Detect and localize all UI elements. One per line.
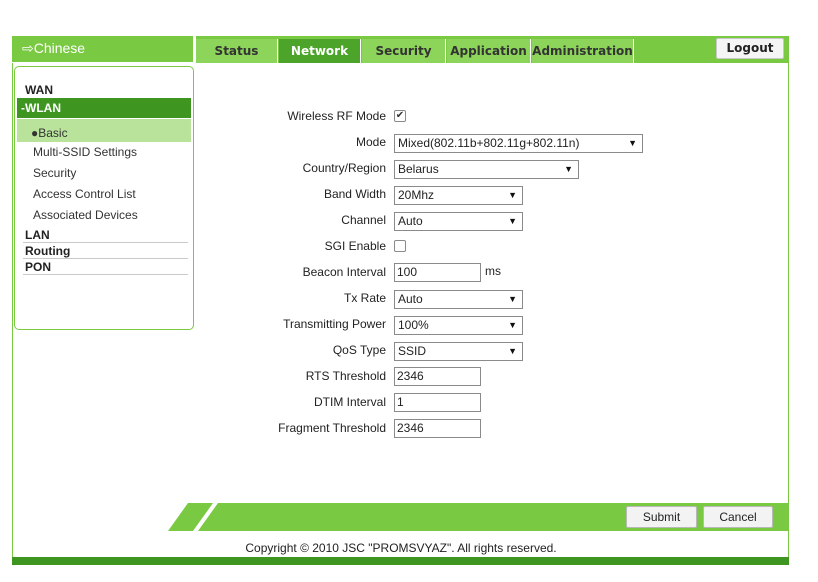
divider <box>23 258 188 259</box>
mode-select[interactable]: Mixed(802.11b+802.11g+802.11n) ▼ <box>394 134 643 153</box>
beacon-interval-label: Beacon Interval <box>302 265 386 279</box>
channel-value: Auto <box>398 214 423 228</box>
chevron-down-icon: ▼ <box>628 138 637 148</box>
tab-status[interactable]: Status <box>196 39 278 63</box>
sidebar-item-wan[interactable]: WAN <box>25 83 53 97</box>
tx-rate-label: Tx Rate <box>343 291 386 305</box>
tab-network[interactable]: Network <box>279 39 361 63</box>
band-width-value: 20Mhz <box>398 188 435 202</box>
channel-label: Channel <box>341 213 386 227</box>
beacon-interval-input[interactable]: 100 <box>394 263 481 282</box>
submit-button[interactable]: Submit <box>626 506 697 528</box>
transmitting-power-select[interactable]: 100% ▼ <box>394 316 523 335</box>
tab-application[interactable]: Application <box>447 39 531 63</box>
qos-type-select[interactable]: SSID ▼ <box>394 342 523 361</box>
language-switch-link[interactable]: ⇨Chinese <box>22 40 85 57</box>
cancel-button[interactable]: Cancel <box>703 506 773 528</box>
chevron-down-icon: ▼ <box>508 190 517 200</box>
country-region-select[interactable]: Belarus ▼ <box>394 160 579 179</box>
transmitting-power-value: 100% <box>398 318 429 332</box>
logout-button[interactable]: Logout <box>716 38 784 59</box>
main-nav: Status Network Security Application Admi… <box>196 36 789 63</box>
sgi-enable-checkbox[interactable] <box>394 240 406 252</box>
beacon-interval-unit: ms <box>485 264 501 278</box>
wireless-rf-mode-label: Wireless RF Mode <box>287 109 386 123</box>
copyright-text: Copyright © 2010 JSC "PROMSVYAZ". All ri… <box>245 541 557 555</box>
fragment-threshold-input[interactable]: 2346 <box>394 419 481 438</box>
qos-type-value: SSID <box>398 344 427 358</box>
tx-rate-value: Auto <box>398 292 423 306</box>
rts-threshold-label: RTS Threshold <box>305 369 386 383</box>
country-region-value: Belarus <box>398 162 439 176</box>
dtim-interval-input[interactable]: 1 <box>394 393 481 412</box>
country-region-label: Country/Region <box>302 161 386 175</box>
sgi-enable-label: SGI Enable <box>324 239 386 253</box>
band-width-select[interactable]: 20Mhz ▼ <box>394 186 523 205</box>
chevron-down-icon: ▼ <box>508 320 517 330</box>
transmitting-power-label: Transmitting Power <box>283 317 386 331</box>
check-icon: ✔ <box>395 110 405 121</box>
tab-security[interactable]: Security <box>362 39 446 63</box>
language-bar: ⇨Chinese <box>12 36 193 62</box>
qos-type-label: QoS Type <box>332 343 386 357</box>
chevron-down-icon: ▼ <box>508 216 517 226</box>
chevron-down-icon: ▼ <box>564 164 573 174</box>
dtim-interval-label: DTIM Interval <box>313 395 386 409</box>
fragment-threshold-label: Fragment Threshold <box>278 421 386 435</box>
mode-label: Mode <box>355 135 386 149</box>
tab-administration[interactable]: Administration <box>532 39 634 63</box>
wireless-rf-mode-checkbox[interactable]: ✔ <box>394 110 406 122</box>
band-width-label: Band Width <box>323 187 386 201</box>
footer-bar <box>12 557 789 565</box>
tx-rate-select[interactable]: Auto ▼ <box>394 290 523 309</box>
chevron-down-icon: ▼ <box>508 346 517 356</box>
channel-select[interactable]: Auto ▼ <box>394 212 523 231</box>
chevron-down-icon: ▼ <box>508 294 517 304</box>
mode-value: Mixed(802.11b+802.11g+802.11n) <box>398 136 580 150</box>
bar-body <box>198 503 789 531</box>
rts-threshold-input[interactable]: 2346 <box>394 367 481 386</box>
